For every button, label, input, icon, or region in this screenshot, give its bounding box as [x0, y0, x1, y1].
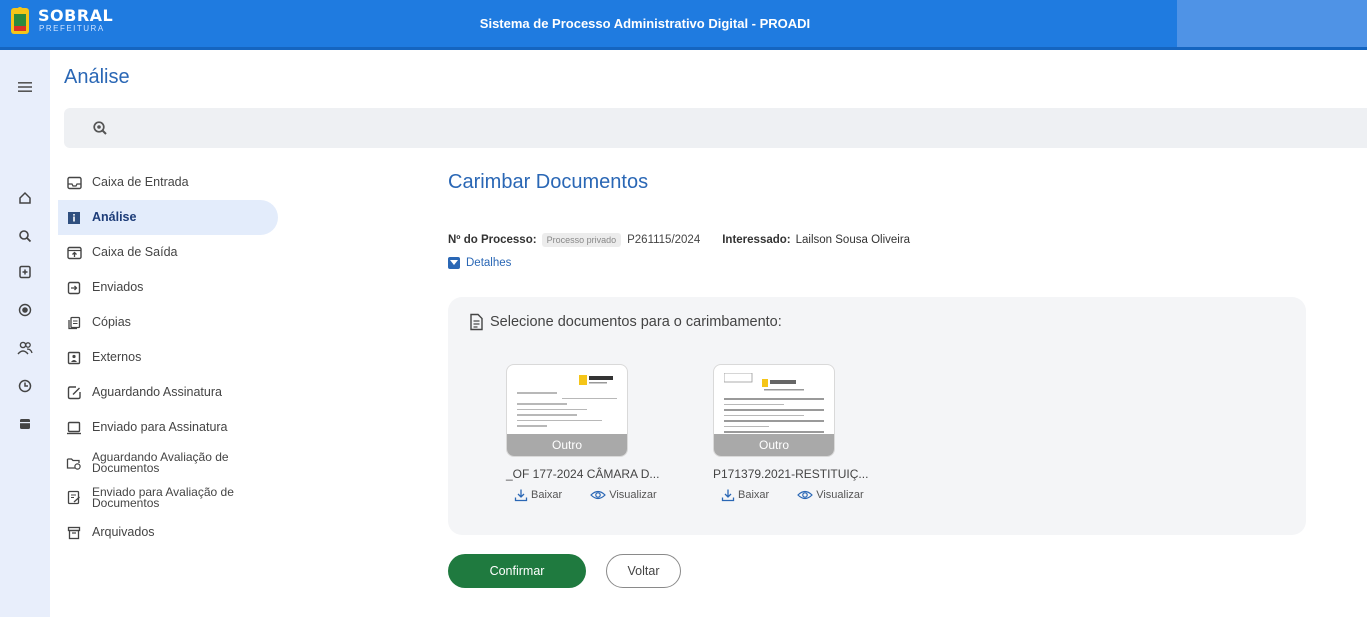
back-button[interactable]: Voltar [606, 554, 681, 588]
sidebar-item-copias[interactable]: Cópias [58, 305, 278, 340]
zoom-icon[interactable] [92, 120, 108, 136]
home-icon[interactable] [13, 186, 37, 210]
documents-panel: Selecione documentos para o carimbamento… [448, 297, 1306, 535]
process-label: Nº do Processo: [448, 234, 537, 246]
eye-icon [797, 490, 814, 500]
documents-heading-text: Selecione documentos para o carimbamento… [490, 314, 782, 330]
sidebar-item-label: Aguardando Assinatura [92, 385, 222, 399]
sidebar-item-label: Análise [92, 210, 137, 224]
sidebar-item-label: Caixa de Saída [92, 245, 178, 259]
details-label: Detalhes [466, 257, 512, 269]
copies-icon [66, 315, 82, 331]
outbox-icon [66, 245, 82, 261]
download-icon [721, 489, 735, 502]
pending-signature-icon [66, 385, 82, 401]
users-icon[interactable] [13, 336, 37, 360]
sidebar-item-enviados[interactable]: Enviados [58, 270, 278, 305]
document-type-label: Outro [507, 434, 627, 456]
info-icon [66, 210, 82, 226]
details-toggle[interactable]: Detalhes [448, 257, 511, 269]
sidebar-item-label: Cópias [92, 315, 131, 329]
inbox-icon [66, 175, 82, 191]
user-area[interactable] [1177, 0, 1367, 47]
download-icon [514, 489, 528, 502]
history-icon[interactable] [13, 374, 37, 398]
app-root: SOBRAL PREFEITURA Sistema de Processo Ad… [0, 0, 1367, 617]
sidebar-item-aguardando-assinatura[interactable]: Aguardando Assinatura [58, 375, 278, 410]
top-bar: SOBRAL PREFEITURA Sistema de Processo Ad… [0, 0, 1367, 50]
document-thumbnail[interactable]: Outro [506, 364, 628, 457]
documents-heading: Selecione documentos para o carimbamento… [468, 313, 782, 331]
sidebar-item-label: Arquivados [92, 525, 155, 539]
document-icon [470, 313, 483, 331]
sobral-mini-logo [579, 375, 613, 385]
document-evaluation-icon [66, 490, 82, 506]
download-button[interactable]: Baixar [721, 488, 769, 502]
view-label: Visualizar [609, 489, 657, 501]
sidebar-item-analise[interactable]: Análise [58, 200, 278, 235]
menu-icon[interactable] [13, 75, 37, 99]
privacy-badge: Processo privado [541, 233, 622, 247]
sent-icon [66, 280, 82, 296]
plus-document-icon[interactable] [13, 260, 37, 284]
external-icon [66, 350, 82, 366]
confirm-button[interactable]: Confirmar [448, 554, 586, 588]
process-info: Nº do Processo: Processo privado P261115… [448, 233, 910, 247]
document-actions: Baixar Visualizar [514, 488, 685, 502]
search-bar[interactable] [64, 108, 1367, 148]
view-label: Visualizar [816, 489, 864, 501]
sidebar-item-label: Enviado para Avaliação de Documentos [92, 484, 234, 510]
process-number: P261115/2024 [627, 234, 701, 246]
archive-icon[interactable] [13, 412, 37, 436]
document-name: _OF 177-2024 CÂMARA D... [506, 467, 660, 481]
sidebar-item-enviado-para-assinatura[interactable]: Enviado para Assinatura [58, 410, 278, 445]
document-name: P171379.2021-RESTITUIÇ... [713, 467, 869, 481]
archived-icon [66, 525, 82, 541]
search-icon[interactable] [13, 224, 37, 248]
sidebar-menu: Caixa de Entrada Análise Caixa de Saída … [58, 165, 278, 550]
sidebar-item-externos[interactable]: Externos [58, 340, 278, 375]
sent-signature-icon [66, 420, 82, 436]
sidebar-item-label: Enviado para Assinatura [92, 420, 228, 434]
download-button[interactable]: Baixar [514, 488, 562, 502]
document-actions: Baixar Visualizar [721, 488, 892, 502]
interested-name: Lailson Sousa Oliveira [795, 234, 911, 246]
sidebar-item-arquivados[interactable]: Arquivados [58, 515, 278, 550]
sidebar-item-label: Caixa de Entrada [92, 175, 189, 189]
sidebar-item-aguardando-avaliacao[interactable]: Aguardando Avaliação de Documentos [58, 445, 278, 480]
sidebar-item-label: Enviados [92, 280, 144, 294]
sidebar-item-caixa-de-saida[interactable]: Caixa de Saída [58, 235, 278, 270]
sidebar-item-enviado-para-avaliacao[interactable]: Enviado para Avaliação de Documentos [58, 480, 278, 515]
document-thumbnail[interactable]: Outro [713, 364, 835, 457]
eye-icon [590, 490, 607, 500]
document-header-mark [723, 372, 804, 391]
app-title: Sistema de Processo Administrativo Digit… [479, 16, 811, 31]
download-label: Baixar [531, 489, 563, 501]
chevron-down-icon [448, 257, 460, 269]
left-rail [0, 50, 50, 617]
view-button[interactable]: Visualizar [797, 489, 864, 501]
circle-dot-icon[interactable] [13, 298, 37, 322]
sidebar-item-caixa-de-entrada[interactable]: Caixa de Entrada [58, 165, 278, 200]
page-title: Análise [64, 66, 130, 88]
download-label: Baixar [738, 489, 770, 501]
folder-pending-icon [66, 455, 82, 471]
sidebar-item-label: Externos [92, 350, 142, 364]
interested-label: Interessado: [722, 234, 791, 246]
section-title: Carimbar Documentos [448, 171, 649, 193]
sidebar-item-label: Aguardando Avaliação de Documentos [92, 449, 229, 475]
view-button[interactable]: Visualizar [590, 489, 657, 501]
document-type-label: Outro [714, 434, 834, 456]
